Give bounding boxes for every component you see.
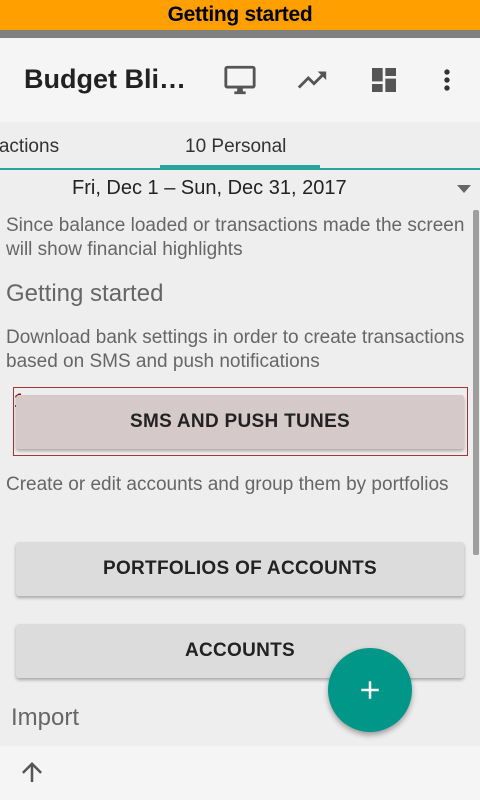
status-spacer [0,30,480,38]
more-vert-icon[interactable] [429,62,465,98]
import-heading: Import [11,704,80,731]
dropdown-arrow-icon [457,185,471,193]
monitor-icon[interactable] [222,62,258,98]
trending-up-icon[interactable] [294,62,330,98]
date-range-label: Fri, Dec 1 – Sun, Dec 31, 2017 [72,177,347,199]
date-range-selector[interactable]: Fri, Dec 1 – Sun, Dec 31, 2017 [0,172,480,206]
portfolios-button[interactable]: PORTFOLIOS OF ACCOUNTS [16,542,464,596]
app-title: Budget Bli… [24,64,186,94]
tab-transactions[interactable]: Transactions [0,136,59,158]
add-fab-button[interactable] [328,648,412,732]
arrow-up-icon[interactable] [16,756,48,788]
banner-text: Getting started [167,3,313,26]
accounts-text: Create or edit accounts and group them b… [6,474,449,495]
tab-indicator [160,165,320,168]
getting-started-heading: Getting started [6,280,164,307]
tab-personal[interactable]: 10 Personal [185,136,286,158]
bottom-bar [0,746,480,800]
main-content: Since balance loaded or transactions mad… [0,206,480,746]
plus-icon [361,681,379,699]
onboarding-banner: Getting started [0,0,480,30]
dashboard-icon[interactable] [366,62,402,98]
intro-text: Since balance loaded or transactions mad… [6,215,465,260]
sms-push-tunes-button[interactable]: SMS AND PUSH TUNES [16,395,464,449]
app-toolbar: Budget Bli… [0,38,480,122]
bank-settings-text: Download bank settings in order to creat… [6,327,465,372]
tab-bar: Transactions 10 Personal [0,122,480,170]
